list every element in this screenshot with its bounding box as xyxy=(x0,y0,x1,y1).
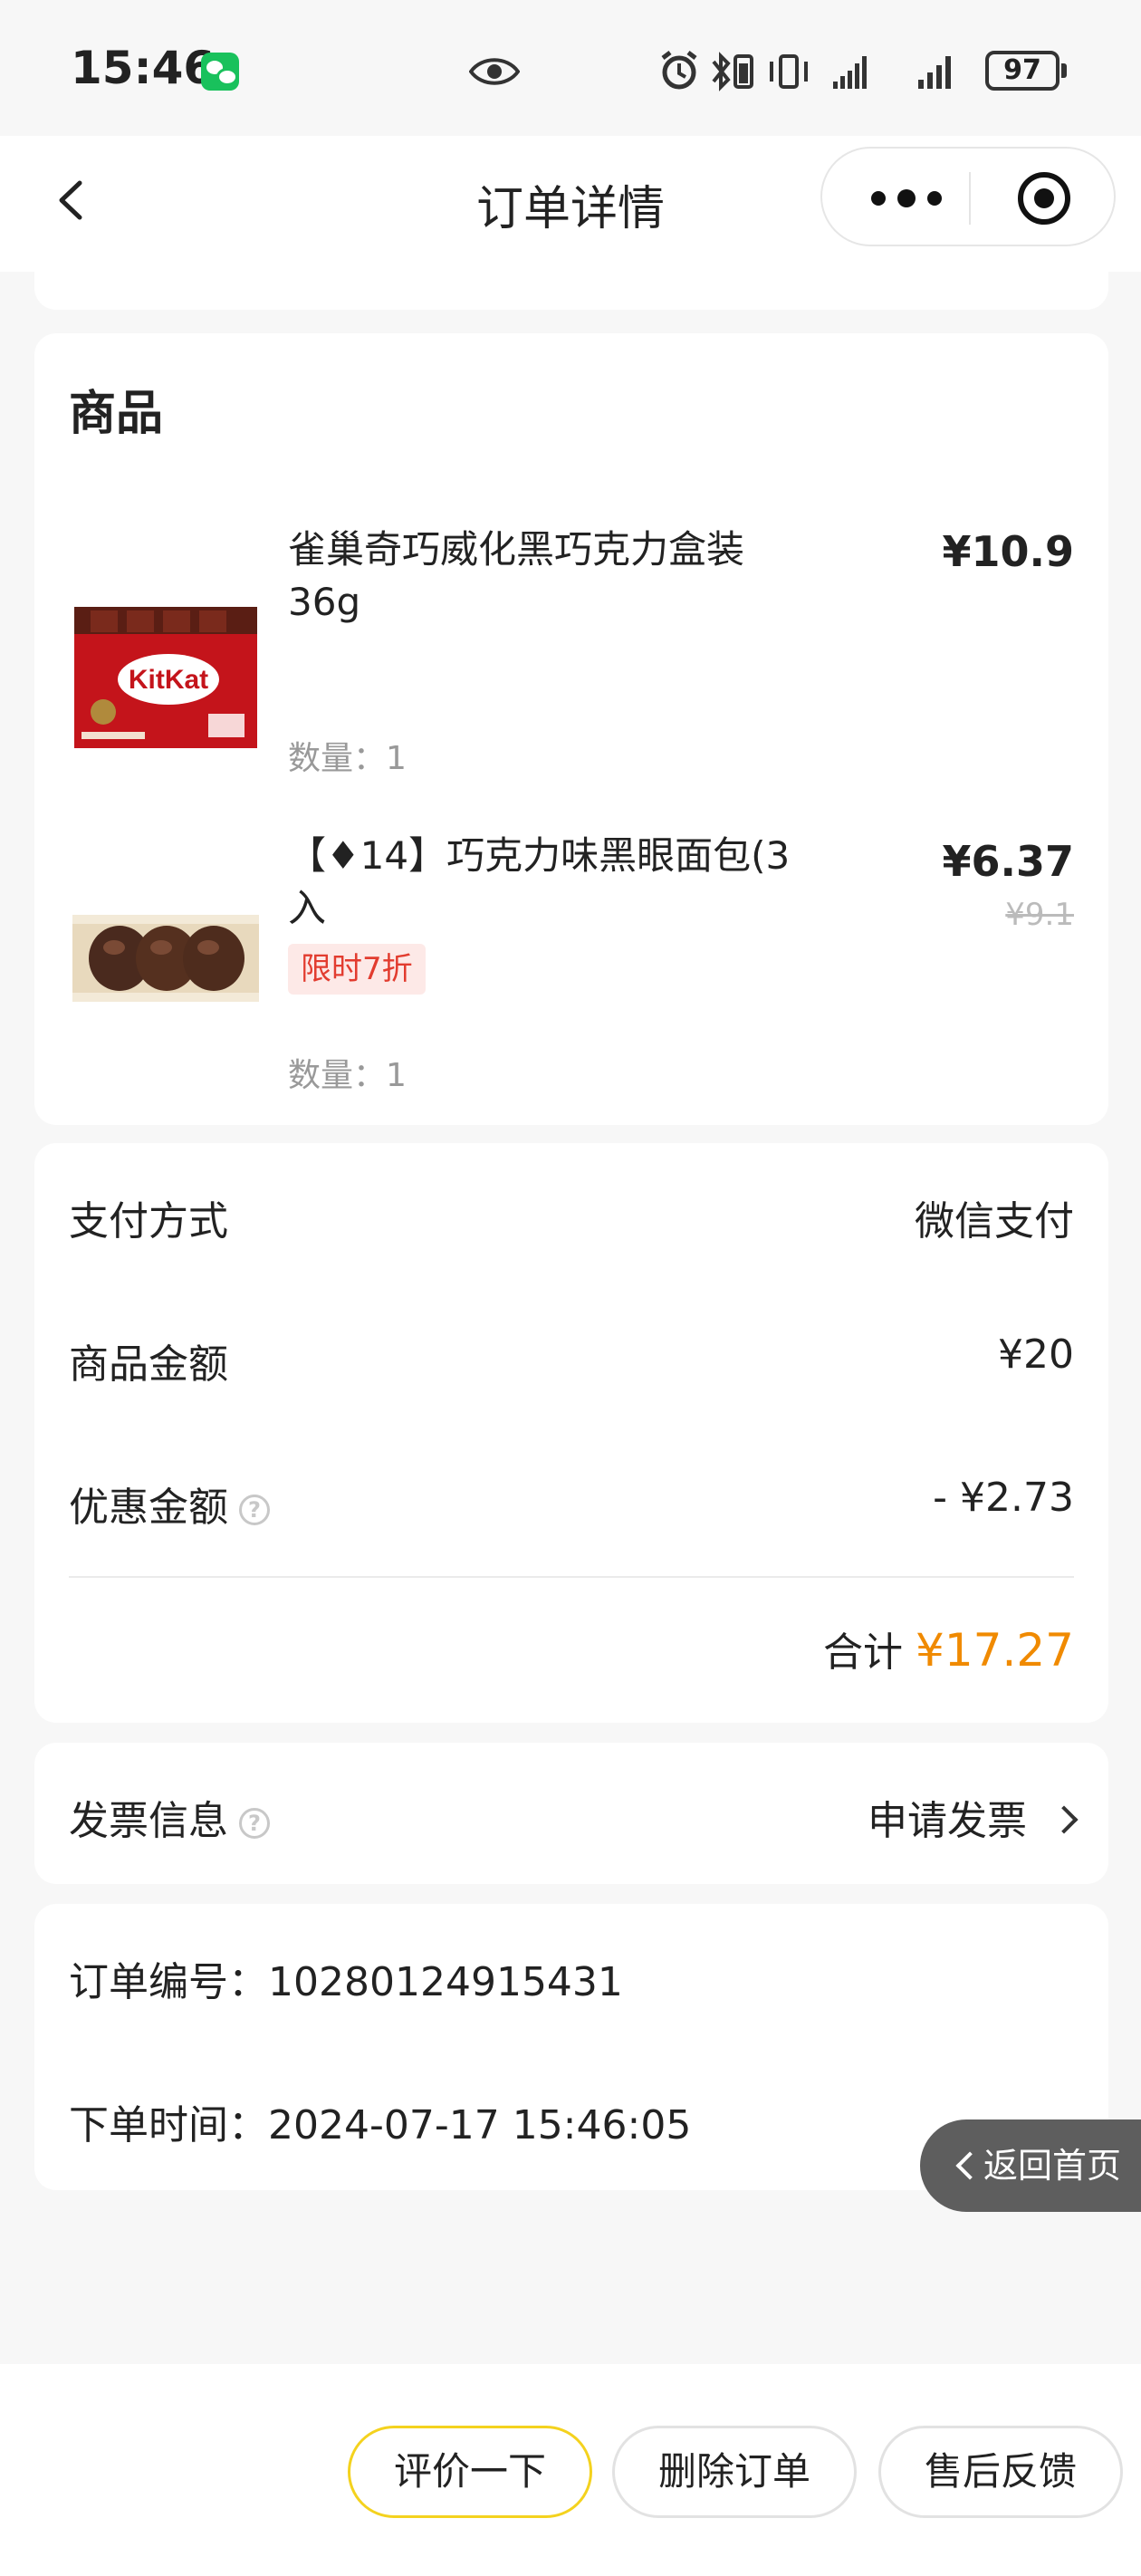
goods-amount-value: ¥20 xyxy=(998,1331,1074,1378)
vibrate-icon xyxy=(770,54,808,89)
miniprogram-capsule xyxy=(820,147,1116,246)
divider xyxy=(69,1576,1074,1578)
nav-bar: 订单详情 xyxy=(0,136,1141,272)
eye-icon xyxy=(469,58,520,85)
chevron-left-icon xyxy=(955,2151,984,2180)
invoice-label: 发票信息 xyxy=(69,1798,228,1844)
delete-order-button[interactable]: 删除订单 xyxy=(612,2426,857,2518)
discount-amount-label: 优惠金额 xyxy=(69,1485,228,1531)
discount-amount-value: - ¥2.73 xyxy=(933,1475,1074,1521)
help-icon[interactable]: ? xyxy=(239,1808,270,1839)
apply-invoice-link[interactable]: 申请发票 xyxy=(868,1788,1079,1846)
product-name: 【♦14】巧克力味黑眼面包(3入 xyxy=(288,833,791,930)
back-home-button[interactable]: 返回首页 xyxy=(920,2119,1141,2212)
product-price: ¥10.9 xyxy=(942,527,1074,576)
back-home-label: 返回首页 xyxy=(983,2146,1122,2186)
payment-card: 支付方式 微信支付 商品金额 ¥20 优惠金额? - ¥2.73 合计 ¥17.2… xyxy=(34,1143,1108,1723)
total-label: 合计 xyxy=(823,1629,904,1676)
product-original-price: ¥9.1 xyxy=(1005,897,1074,933)
chevron-right-icon xyxy=(1050,1805,1079,1834)
order-time-label: 下单时间： xyxy=(69,2102,268,2148)
capsule-divider xyxy=(969,172,971,225)
goods-amount-label: 商品金额 xyxy=(69,1341,228,1388)
after-sales-button[interactable]: 售后反馈 xyxy=(878,2426,1123,2518)
bluetooth-icon xyxy=(712,52,753,91)
payment-method-value: 微信支付 xyxy=(915,1198,1074,1245)
product-price: ¥6.37 xyxy=(942,837,1074,886)
invoice-card[interactable]: 发票信息? 申请发票 xyxy=(34,1743,1108,1884)
status-time: 15:46 xyxy=(71,42,216,94)
order-number-label: 订单编号： xyxy=(69,1959,268,2005)
product-name: 雀巢奇巧威化黑巧克力盒装36g xyxy=(288,527,745,624)
alarm-icon xyxy=(661,51,697,90)
close-miniprogram-icon[interactable] xyxy=(1016,170,1072,226)
wechat-notification-icon xyxy=(201,53,239,91)
products-section-title: 商品 xyxy=(69,387,164,441)
previous-card-bottom xyxy=(34,263,1108,310)
product-quantity: 数量：1 xyxy=(288,1057,407,1094)
signal-icon-1 xyxy=(833,56,867,89)
payment-method-label: 支付方式 xyxy=(69,1198,228,1245)
review-button[interactable]: 评价一下 xyxy=(348,2426,592,2518)
invoice-row: 发票信息? xyxy=(69,1788,270,1846)
help-icon[interactable]: ? xyxy=(239,1495,270,1525)
bottom-action-bar: 评价一下 删除订单 售后反馈 xyxy=(0,2364,1141,2576)
order-time-value: 2024-07-17 15:46:05 xyxy=(268,2102,692,2148)
order-time-row: 下单时间：2024-07-17 15:46:05 xyxy=(69,2092,691,2150)
kitkat-box-image: KitKat xyxy=(72,605,259,750)
status-bar: 15:46 97 xyxy=(0,0,1141,136)
discount-amount-row: 优惠金额? xyxy=(69,1475,270,1533)
total-row: 合计 ¥17.27 xyxy=(823,1620,1074,1677)
apply-invoice-label: 申请发票 xyxy=(868,1798,1027,1844)
svg-text:KitKat: KitKat xyxy=(129,665,208,695)
product-item[interactable]: KitKat 雀巢奇巧威化黑巧克力盒装36g ¥10.9 数量：1 xyxy=(34,514,1108,804)
products-card: 商品 KitKat 雀巢奇巧威化黑巧克力盒装36g ¥10.9 数量：1 【♦1… xyxy=(34,333,1108,1125)
battery-tip xyxy=(1061,63,1067,78)
chocolate-bread-image xyxy=(72,915,259,1002)
total-amount: ¥17.27 xyxy=(916,1624,1074,1677)
order-number-value[interactable]: 10280124915431 xyxy=(268,1959,623,2005)
battery-icon: 97 xyxy=(985,51,1060,91)
discount-badge: 限时7折 xyxy=(288,944,426,995)
product-quantity: 数量：1 xyxy=(288,740,407,777)
signal-icon-2 xyxy=(918,56,951,89)
more-icon[interactable] xyxy=(866,176,947,221)
order-number-row: 订单编号：10280124915431 xyxy=(69,1949,623,2007)
product-item[interactable]: 【♦14】巧克力味黑眼面包(3入 ¥6.37 ¥9.1 限时7折 数量：1 xyxy=(34,830,1108,1120)
